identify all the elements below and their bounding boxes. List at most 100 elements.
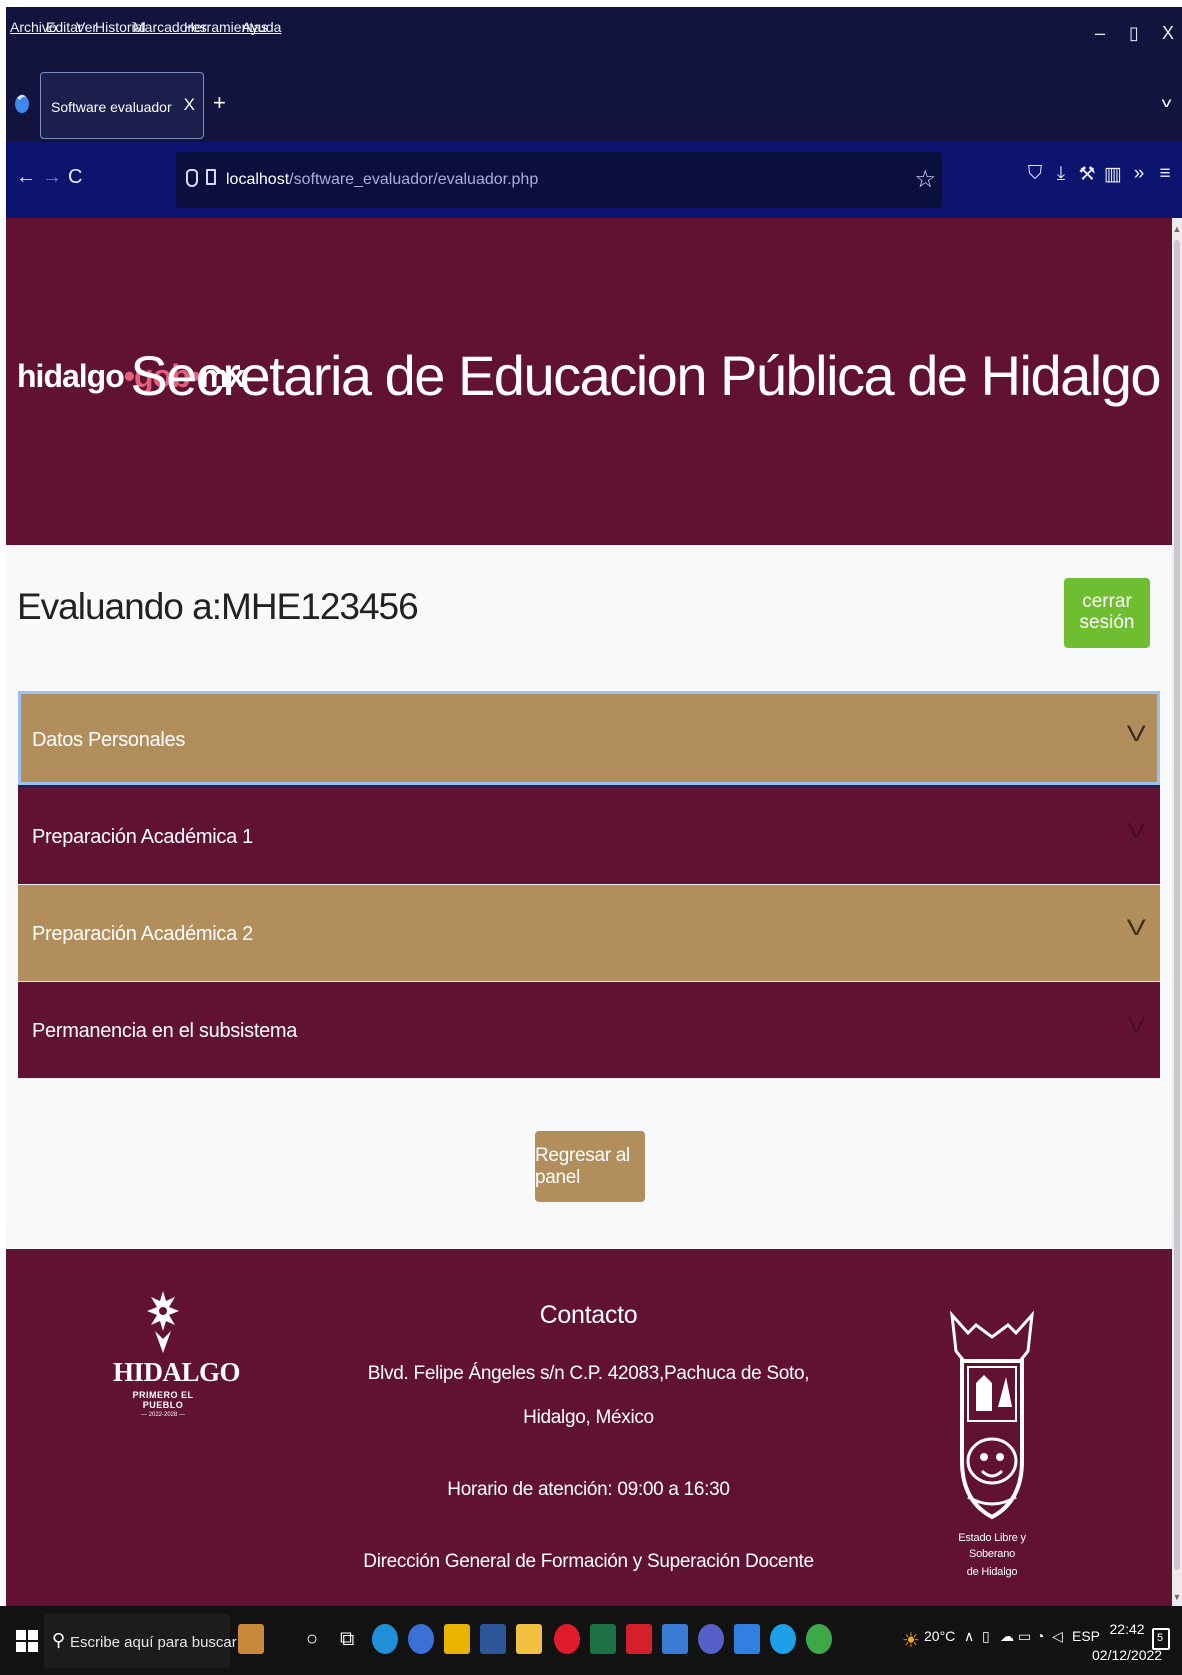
shield-caption-2: de Hidalgo <box>966 1566 1018 1578</box>
file-explorer-icon[interactable] <box>444 1624 470 1654</box>
accordion-item-preparacion-1[interactable]: Preparación Académica 1 V <box>18 788 1160 885</box>
word-icon[interactable] <box>480 1624 506 1654</box>
menu-icon[interactable]: ≡ <box>1154 163 1176 185</box>
battery-icon[interactable]: ▭ <box>1018 1628 1031 1645</box>
minimize-button[interactable]: – <box>1090 23 1110 44</box>
search-placeholder: Escribe aquí para buscar <box>70 1634 237 1651</box>
cortana-icon[interactable]: ○ <box>306 1628 318 1651</box>
notification-count: 5 <box>1157 1632 1164 1644</box>
back-button[interactable]: ← <box>16 166 36 189</box>
tab-close-icon[interactable]: X <box>184 95 195 115</box>
onedrive-icon[interactable]: ☁ <box>1000 1628 1014 1645</box>
scroll-up-arrow-icon[interactable]: ▲ <box>1172 224 1182 234</box>
url-text[interactable]: localhost/software_evaluador/evaluador.p… <box>226 171 538 189</box>
hs-app-icon[interactable] <box>806 1624 832 1654</box>
tray-overflow-icon[interactable]: ∧ <box>964 1628 974 1645</box>
address-line-2: Hidalgo, México <box>523 1407 654 1428</box>
excel-icon[interactable] <box>590 1624 616 1654</box>
books-app-icon[interactable] <box>238 1624 264 1654</box>
accordion-label: Permanencia en el subsistema <box>32 1020 298 1042</box>
accordion: Datos Personales V Preparación Académica… <box>18 691 1160 1079</box>
hidalgo-government-logo: HIDALGO PRIMERO EL PUEBLO — 2022-2028 — <box>113 1291 241 1431</box>
tab-list-chevron-icon[interactable]: v <box>1162 94 1172 110</box>
outlook-icon[interactable] <box>662 1624 688 1654</box>
logout-button[interactable]: cerrar sesión <box>1064 578 1150 648</box>
chat-app-icon[interactable] <box>770 1624 796 1654</box>
evaluating-heading: Evaluando a:MHE123456 <box>17 586 419 628</box>
db-app-icon[interactable] <box>698 1624 724 1654</box>
notification-icon[interactable]: 5 <box>1152 1628 1170 1650</box>
scroll-thumb[interactable] <box>1174 240 1180 1570</box>
restore-button[interactable]: ▯ <box>1124 23 1144 44</box>
chevron-down-icon: V <box>1127 818 1147 843</box>
page-scrollbar[interactable]: ▲ ▼ <box>1172 218 1182 1606</box>
menu-ver[interactable]: Ver <box>76 19 97 35</box>
main-content: Evaluando a:MHE123456 cerrar sesión Dato… <box>6 558 1172 1218</box>
edge-icon[interactable] <box>372 1624 398 1654</box>
tray-device-icon[interactable]: ▯ <box>982 1628 990 1645</box>
evaluating-id: MHE123456 <box>221 586 419 627</box>
logo-subtitle: PRIMERO EL PUEBLO <box>132 1390 194 1410</box>
url-path: /software_evaluador/evaluador.php <box>289 171 539 188</box>
chevron-down-icon: V <box>1127 915 1147 940</box>
shield-caption-1: Estado Libre y Soberano <box>958 1532 1026 1560</box>
browser-chrome: Archivo Editar Ver Historial Marcadores … <box>6 7 1182 218</box>
close-window-button[interactable]: X <box>1158 23 1178 44</box>
logo-name: HIDALGO <box>113 1357 241 1387</box>
chevron-down-icon: V <box>1127 1012 1147 1037</box>
accordion-label: Datos Personales <box>32 729 186 751</box>
accordion-item-datos-personales[interactable]: Datos Personales V <box>18 691 1160 788</box>
contact-block: Contacto Blvd. Felipe Ángeles s/n C.P. 4… <box>346 1301 831 1584</box>
navigation-bar: ← → C localhost/software_evaluador/evalu… <box>6 142 1182 218</box>
address-bar[interactable]: localhost/software_evaluador/evaluador.p… <box>176 152 942 208</box>
tab-title: Software evaluador <box>51 99 172 115</box>
web-page: hidalgo•gob•mx Secretaria de Educacion P… <box>6 218 1182 1606</box>
hidalgo-emblem-icon <box>147 1291 179 1353</box>
menu-ayuda[interactable]: Ayuda <box>242 19 281 35</box>
library-icon[interactable]: ▥ <box>1102 163 1124 186</box>
site-header: hidalgo•gob•mx Secretaria de Educacion P… <box>6 218 1172 545</box>
search-icon: ⚲ <box>52 1630 66 1650</box>
accordion-label: Preparación Académica 2 <box>32 923 254 945</box>
acrobat-icon[interactable] <box>626 1624 652 1654</box>
tab-software-evaluador[interactable]: Software evaluador X <box>40 72 204 139</box>
brand-part-hidalgo: hidalgo <box>17 358 125 394</box>
download-icon[interactable]: ⤓ <box>1050 163 1072 185</box>
windows-taskbar: ⚲ Escribe aquí para buscar ○ ⧉ ☀ 20°C ∧ … <box>0 1606 1182 1675</box>
weather-temp[interactable]: 20°C <box>924 1628 955 1644</box>
store-icon[interactable] <box>516 1624 542 1654</box>
bookmark-star-icon[interactable]: ☆ <box>914 165 936 194</box>
evaluating-label: Evaluando a: <box>17 586 222 627</box>
tools-icon[interactable]: ⚒ <box>1076 163 1098 186</box>
accordion-item-preparacion-2[interactable]: Preparación Académica 2 V <box>18 885 1160 982</box>
forward-button[interactable]: → <box>42 166 62 189</box>
page-title: Secretaria de Educacion Pública de Hidal… <box>130 344 1161 407</box>
url-host: localhost <box>226 171 290 188</box>
wifi-icon[interactable]: ◔ <box>1036 1628 1044 1644</box>
media-app-icon[interactable] <box>734 1624 760 1654</box>
opera-icon[interactable] <box>554 1624 580 1654</box>
pocket-icon[interactable]: ⛉ <box>1024 163 1046 185</box>
scroll-down-arrow-icon[interactable]: ▼ <box>1172 1592 1182 1602</box>
page-info-icon[interactable] <box>206 169 216 185</box>
coat-of-arms-icon <box>949 1310 1035 1520</box>
overflow-icon[interactable]: » <box>1128 163 1150 185</box>
tracking-shield-icon[interactable] <box>186 169 198 187</box>
contact-title: Contacto <box>539 1301 638 1329</box>
accordion-label: Preparación Académica 1 <box>32 826 254 848</box>
department-name: Dirección General de Formación y Superac… <box>363 1551 814 1572</box>
task-view-icon[interactable]: ⧉ <box>340 1628 354 1651</box>
taskbar-search[interactable]: ⚲ Escribe aquí para buscar <box>44 1614 237 1668</box>
accordion-item-permanencia[interactable]: Permanencia en el subsistema V <box>18 982 1160 1079</box>
reload-button[interactable]: C <box>68 166 82 189</box>
new-tab-button[interactable]: + <box>213 90 226 116</box>
firefox-taskbar-icon[interactable] <box>408 1624 434 1654</box>
weather-icon[interactable]: ☀ <box>902 1628 920 1653</box>
volume-icon[interactable]: ◁ <box>1052 1628 1063 1645</box>
chevron-down-icon: V <box>1127 721 1147 746</box>
address-line-1: Blvd. Felipe Ángeles s/n C.P. 42083,Pach… <box>367 1363 810 1384</box>
back-to-panel-button[interactable]: Regresar al panel <box>535 1131 645 1202</box>
logo-years: — 2022-2028 — <box>140 1412 186 1418</box>
windows-start-icon[interactable] <box>16 1630 38 1652</box>
tab-strip: Software evaluador X + v <box>6 62 1182 142</box>
